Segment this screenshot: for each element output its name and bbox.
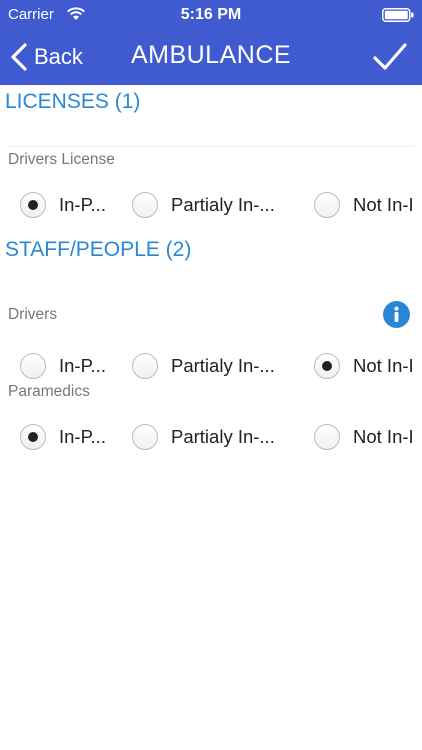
chevron-left-icon: [11, 43, 27, 71]
radio-option-partially-in-place[interactable]: Partialy In-...: [132, 349, 275, 383]
radio-button[interactable]: [20, 353, 46, 379]
divider: [8, 146, 414, 147]
radio-button[interactable]: [314, 353, 340, 379]
radio-button[interactable]: [132, 424, 158, 450]
field-label-drivers: Drivers: [8, 306, 58, 323]
radio-option-label: Partialy In-...: [171, 426, 275, 447]
radio-selected-dot: [28, 200, 38, 210]
radio-option-label: In-P...: [59, 355, 106, 376]
radio-option-in-place[interactable]: In-P...: [20, 188, 106, 222]
info-icon[interactable]: [383, 301, 410, 328]
radio-option-partially-in-place[interactable]: Partialy In-...: [132, 188, 275, 222]
radio-button[interactable]: [132, 353, 158, 379]
radio-selected-dot: [28, 432, 38, 442]
radio-option-not-in-place[interactable]: Not In-I: [314, 349, 414, 383]
radio-button[interactable]: [20, 192, 46, 218]
radio-option-in-place[interactable]: In-P...: [20, 420, 106, 454]
status-time: 5:16 PM: [180, 6, 242, 23]
radio-option-not-in-place[interactable]: Not In-I: [314, 420, 414, 454]
radio-group-drivers-license: In-P... Partialy In-... Not In-I: [0, 188, 422, 222]
radio-option-in-place[interactable]: In-P...: [20, 349, 106, 383]
radio-selected-dot: [322, 361, 332, 371]
radio-option-label: Partialy In-...: [171, 355, 275, 376]
radio-button[interactable]: [20, 424, 46, 450]
back-label: Back: [34, 44, 83, 69]
radio-option-not-in-place[interactable]: Not In-I: [314, 188, 414, 222]
back-button[interactable]: Back: [10, 40, 83, 74]
section-title-licenses: LICENSES (1): [5, 90, 141, 113]
radio-group-drivers: In-P... Partialy In-... Not In-I: [0, 349, 422, 383]
status-bar: Carrier 5:16 PM: [0, 0, 422, 30]
radio-option-label: In-P...: [59, 194, 106, 215]
radio-option-label: In-P...: [59, 426, 106, 447]
radio-option-label: Not In-I: [353, 194, 414, 215]
radio-button[interactable]: [132, 192, 158, 218]
radio-group-paramedics: In-P... Partialy In-... Not In-I: [0, 420, 422, 454]
nav-bar: Back AMBULANCE: [0, 30, 422, 85]
radio-button[interactable]: [314, 424, 340, 450]
radio-button[interactable]: [314, 192, 340, 218]
radio-option-partially-in-place[interactable]: Partialy In-...: [132, 420, 275, 454]
battery-icon: [382, 8, 414, 22]
radio-option-label: Not In-I: [353, 355, 414, 376]
radio-option-label: Not In-I: [353, 426, 414, 447]
checkmark-icon[interactable]: [372, 40, 408, 74]
radio-option-label: Partialy In-...: [171, 194, 275, 215]
field-label-paramedics: Paramedics: [8, 383, 90, 400]
section-title-staff-people: STAFF/PEOPLE (2): [5, 238, 192, 261]
field-label-drivers-license: Drivers License: [8, 151, 115, 168]
